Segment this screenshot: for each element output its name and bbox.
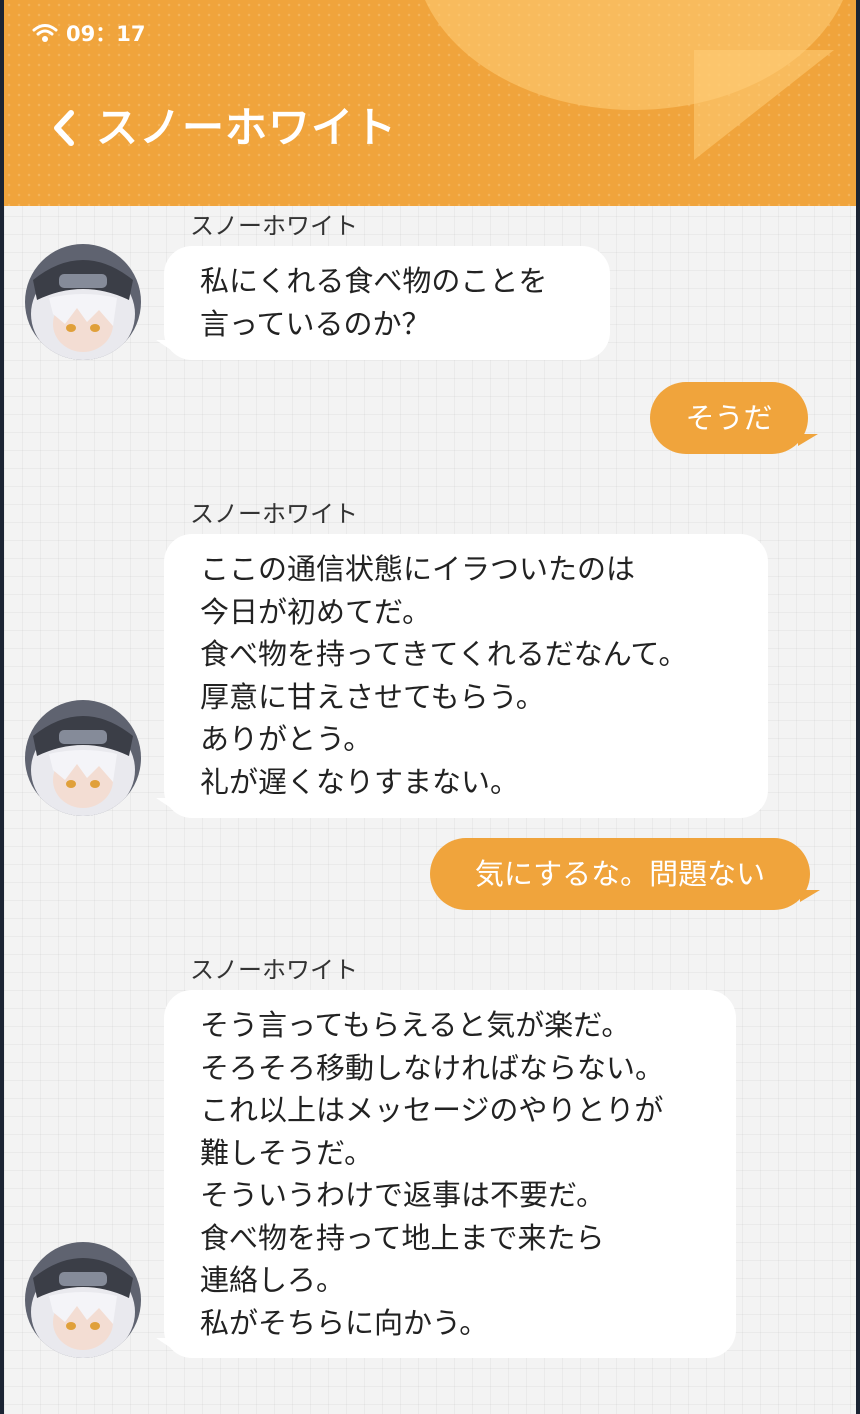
- chat-screen: 09：17 スノーホワイト スノーホワイト 私にくれる食べ物のことを 言っている…: [4, 0, 856, 1414]
- message-bubble-incoming: ここの通信状態にイラついたのは 今日が初めてだ。 食べ物を持ってきてくれるだなん…: [156, 534, 768, 818]
- message-bubble-incoming: 私にくれる食べ物のことを 言っているのか？: [156, 246, 610, 360]
- wifi-icon: [32, 22, 58, 44]
- message-bubble-outgoing: 気にするな。問題ない: [430, 838, 820, 910]
- chevron-left-icon: [54, 110, 74, 146]
- avatar[interactable]: [25, 244, 141, 360]
- back-button[interactable]: [42, 100, 86, 156]
- status-bar: 09：17: [32, 18, 145, 48]
- chat-header: 09：17 スノーホワイト: [4, 0, 856, 206]
- status-time: 09：17: [66, 22, 146, 46]
- header-decoration-tail: [694, 50, 834, 160]
- chat-title: スノーホワイト: [96, 103, 398, 152]
- avatar[interactable]: [25, 1242, 141, 1358]
- message-bubble-incoming: そう言ってもらえると気が楽だ。 そろそろ移動しなければならない。 これ以上はメッ…: [156, 990, 736, 1358]
- avatar[interactable]: [25, 700, 141, 816]
- sender-name: スノーホワイト: [190, 956, 358, 984]
- sender-name: スノーホワイト: [190, 212, 358, 240]
- message-bubble-outgoing: そうだ: [650, 382, 818, 454]
- sender-name: スノーホワイト: [190, 500, 358, 528]
